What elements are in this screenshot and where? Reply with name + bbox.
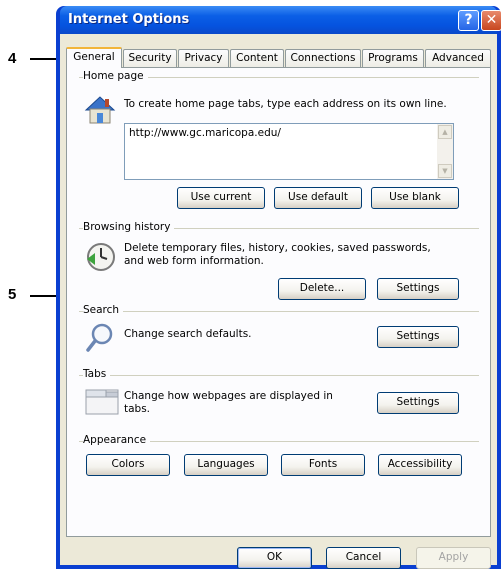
scroll-down-icon[interactable]: ▼ (438, 164, 452, 178)
annotation-step-5: 5 (8, 286, 17, 303)
tab-security[interactable]: Security (123, 49, 177, 67)
languages-button[interactable]: Languages (184, 454, 268, 476)
browsing-history-settings-button[interactable]: Settings (377, 278, 459, 300)
home-page-description: To create home page tabs, type each addr… (124, 98, 447, 110)
general-tab-panel: Home page To create home page tabs, type… (66, 67, 491, 537)
title-bar[interactable]: Internet Options ? ✕ (60, 6, 502, 34)
house-icon (84, 96, 116, 124)
browsing-history-label: Browsing history (83, 221, 175, 233)
tabs-divider (79, 375, 479, 376)
use-blank-button[interactable]: Use blank (371, 187, 459, 209)
cancel-button[interactable]: Cancel (326, 547, 401, 569)
tabs-description-1: Change how webpages are displayed in (124, 390, 333, 402)
tab-connections[interactable]: Connections (285, 49, 361, 67)
tabbed-window-icon (85, 389, 119, 415)
close-icon: ✕ (485, 12, 498, 28)
annotation-step-4: 4 (8, 50, 17, 67)
internet-options-window: Internet Options ? ✕ General Security Pr… (56, 6, 502, 569)
tab-privacy[interactable]: Privacy (178, 49, 229, 67)
apply-button: Apply (416, 547, 491, 569)
search-label: Search (83, 304, 124, 316)
search-divider (79, 311, 479, 312)
colors-button[interactable]: Colors (86, 454, 170, 476)
home-page-url-input[interactable]: http://www.gc.maricopa.edu/ ▲ ▼ (124, 123, 454, 180)
use-default-button[interactable]: Use default (274, 187, 362, 209)
close-button[interactable]: ✕ (481, 10, 502, 31)
search-description: Change search defaults. (124, 328, 252, 340)
tab-programs[interactable]: Programs (362, 49, 424, 67)
accessibility-button[interactable]: Accessibility (378, 454, 462, 476)
search-settings-button[interactable]: Settings (377, 326, 459, 348)
appearance-label: Appearance (83, 434, 151, 446)
history-clock-icon (87, 243, 115, 271)
tabs-group-label: Tabs (83, 368, 111, 380)
scroll-up-icon[interactable]: ▲ (438, 125, 452, 139)
window-title: Internet Options (68, 12, 190, 27)
delete-history-button[interactable]: Delete... (278, 278, 366, 300)
ok-button[interactable]: OK (237, 547, 312, 569)
home-page-label: Home page (83, 70, 148, 82)
tab-content[interactable]: Content (230, 49, 284, 67)
fonts-button[interactable]: Fonts (281, 454, 365, 476)
tab-advanced[interactable]: Advanced (425, 49, 491, 67)
use-current-button[interactable]: Use current (177, 187, 265, 209)
url-scrollbar[interactable]: ▲ ▼ (437, 124, 453, 179)
browsing-history-description-2: and web form information. (124, 255, 264, 267)
tabs-description-2: tabs. (124, 403, 151, 415)
tabs-settings-button[interactable]: Settings (377, 392, 459, 414)
browsing-history-description-1: Delete temporary files, history, cookies… (124, 242, 431, 254)
dialog-client-area: General Security Privacy Content Connect… (60, 34, 497, 569)
magnifier-icon (86, 323, 113, 352)
help-button[interactable]: ? (458, 10, 479, 31)
home-page-url-text: http://www.gc.maricopa.edu/ (129, 127, 281, 139)
tab-general[interactable]: General (66, 47, 122, 68)
